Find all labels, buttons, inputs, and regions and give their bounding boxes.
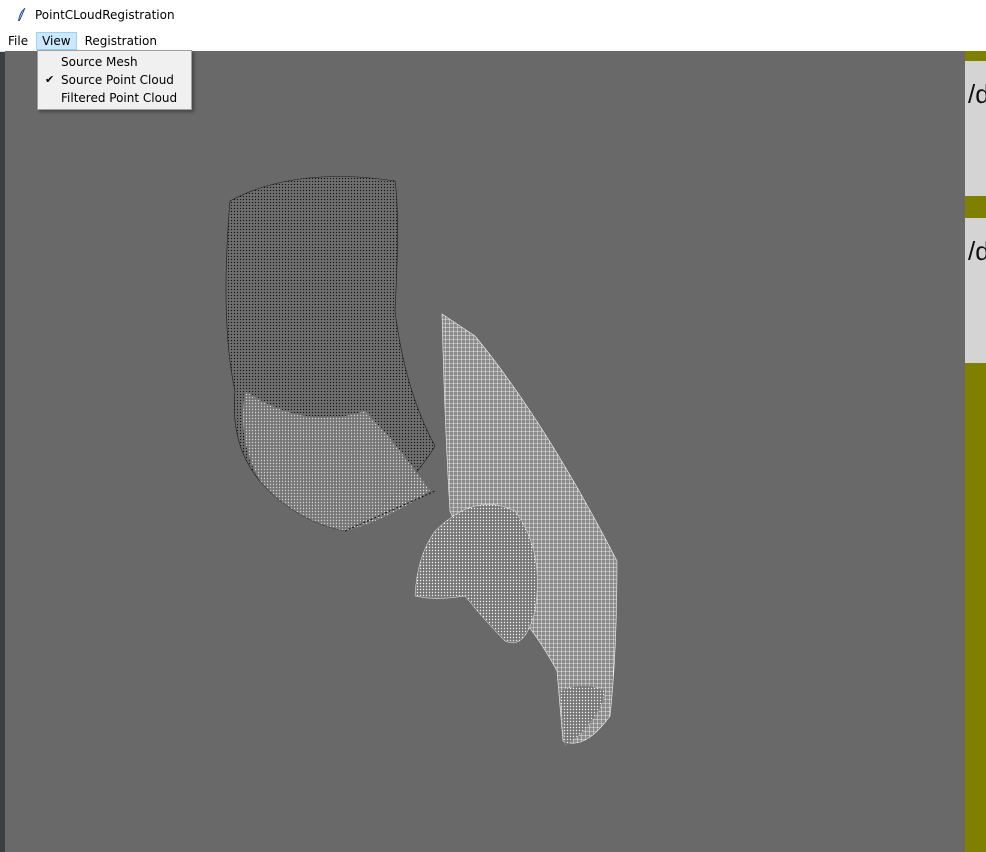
menu-item-filtered-point-cloud[interactable]: Filtered Point Cloud xyxy=(38,89,191,107)
title-bar: PointCLoudRegistration xyxy=(0,0,986,30)
view-menu-dropdown: Source Mesh ✔ Source Point Cloud Filtere… xyxy=(37,50,192,110)
source-path-label: /d/ xyxy=(968,79,986,109)
head-point-cloud xyxy=(225,176,436,532)
menu-registration[interactable]: Registration xyxy=(79,32,163,50)
checkmark-icon: ✔ xyxy=(45,73,55,86)
tk-feather-icon xyxy=(18,7,26,22)
menu-item-label: Filtered Point Cloud xyxy=(61,91,178,105)
scan-surface-point-cloud xyxy=(414,313,618,746)
menu-bar: File View Registration xyxy=(0,30,986,52)
menu-item-label: Source Mesh xyxy=(61,55,138,69)
menu-item-source-mesh[interactable]: Source Mesh xyxy=(38,53,191,71)
menu-file[interactable]: File xyxy=(2,32,34,50)
point-cloud-viewport[interactable] xyxy=(5,51,965,852)
right-side-panel: /d/ /d/ xyxy=(965,51,986,852)
source-path-box: /d/ xyxy=(965,61,986,196)
menu-item-source-point-cloud[interactable]: ✔ Source Point Cloud xyxy=(38,71,191,89)
window-title: PointCLoudRegistration xyxy=(35,8,175,22)
menu-view[interactable]: View xyxy=(36,31,77,50)
target-path-box: /d/ xyxy=(965,218,986,363)
target-path-label: /d/ xyxy=(968,236,986,266)
point-cloud-render xyxy=(225,176,618,746)
menu-item-label: Source Point Cloud xyxy=(61,73,174,87)
